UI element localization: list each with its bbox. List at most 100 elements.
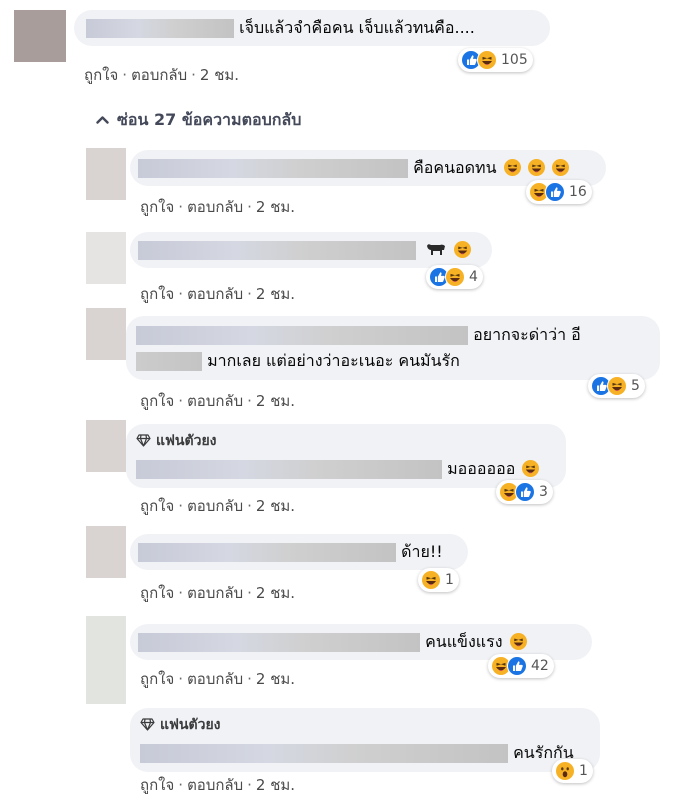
- wow-icon: [555, 761, 575, 781]
- comment-bubble: เจ็บแล้วจำคือคน เจ็บแล้วทนคือ....: [74, 10, 550, 46]
- timestamp: 2 ชม.: [199, 66, 240, 84]
- laughing-emoji: [522, 460, 540, 477]
- reaction-summary[interactable]: 4: [426, 265, 483, 289]
- like-button[interactable]: ถูกใจ: [140, 670, 174, 688]
- reply-actions: ถูกใจ · ตอบกลับ · 2 ชม.: [140, 497, 296, 515]
- comment-text: เจ็บแล้วจำคือคน เจ็บแล้วทนคือ....: [239, 18, 475, 37]
- reaction-count: 5: [631, 378, 640, 394]
- reply-text: คนแข็งแรง: [425, 632, 503, 651]
- reply-actions: ถูกใจ · ตอบกลับ · 2 ชม.: [140, 198, 296, 216]
- badge-label: แฟนตัวยง: [156, 433, 217, 449]
- blurred-username: [138, 241, 416, 260]
- reaction-count: 3: [539, 484, 548, 500]
- like-icon: [507, 656, 527, 676]
- reaction-count: 1: [445, 572, 454, 588]
- badge-label: แฟนตัวยง: [160, 717, 221, 733]
- avatar[interactable]: [86, 526, 126, 578]
- timestamp: 2 ชม.: [255, 285, 296, 303]
- reply-actions: ถูกใจ · ตอบกลับ · 2 ชม.: [140, 285, 296, 303]
- avatar[interactable]: [86, 148, 126, 200]
- like-icon: [545, 182, 565, 202]
- like-button[interactable]: ถูกใจ: [140, 392, 174, 410]
- reaction-summary[interactable]: 1: [552, 759, 593, 783]
- timestamp: 2 ชม.: [255, 670, 296, 688]
- reply-actions: ถูกใจ · ตอบกลับ · 2 ชม.: [140, 670, 296, 688]
- blurred-username: [138, 633, 420, 652]
- comment-actions: ถูกใจ · ตอบกลับ · 2 ชม.: [84, 66, 240, 84]
- like-icon: [515, 482, 535, 502]
- sweat-smile-emoji: [509, 633, 527, 650]
- avatar[interactable]: [86, 420, 126, 472]
- blurred-username: [138, 543, 396, 562]
- timestamp: 2 ชม.: [255, 198, 296, 216]
- timestamp: 2 ชม.: [255, 392, 296, 410]
- top-fan-badge: แฟนตัวยง: [136, 430, 556, 454]
- reply-bubble: แฟนตัวยง คนรักกัน: [130, 708, 600, 772]
- reply-actions: ถูกใจ · ตอบกลับ · 2 ชม.: [140, 392, 296, 410]
- avatar[interactable]: [86, 232, 126, 284]
- reply-bubble: อยากจะด่าว่า อี มากเลย แต่อย่างว่าอะเนอะ…: [126, 316, 660, 380]
- haha-icon: [607, 376, 627, 396]
- like-button[interactable]: ถูกใจ: [140, 198, 174, 216]
- reply-text-line2: มากเลย แต่อย่างว่าอะเนอะ คนมันรัก: [207, 351, 460, 370]
- like-button[interactable]: ถูกใจ: [84, 66, 118, 84]
- blurred-username: [138, 159, 408, 178]
- reply-button[interactable]: ตอบกลับ: [131, 66, 187, 84]
- like-button[interactable]: ถูกใจ: [140, 285, 174, 303]
- blurred-username: [140, 744, 508, 763]
- reply-button[interactable]: ตอบกลับ: [187, 670, 243, 688]
- reaction-count: 42: [531, 658, 549, 674]
- reply-button[interactable]: ตอบกลับ: [187, 584, 243, 602]
- blurred-name: [136, 352, 202, 371]
- hide-replies-button[interactable]: ซ่อน 27 ข้อความตอบกลับ: [96, 108, 301, 133]
- like-button[interactable]: ถูกใจ: [140, 584, 174, 602]
- reaction-summary[interactable]: 1: [418, 568, 459, 592]
- laughing-emoji: [551, 159, 569, 176]
- haha-icon: [477, 50, 497, 70]
- reply-button[interactable]: ตอบกลับ: [187, 285, 243, 303]
- blurred-username: [86, 19, 234, 38]
- haha-icon: [445, 267, 465, 287]
- timestamp: 2 ชม.: [255, 776, 296, 794]
- diamond-icon: [140, 716, 155, 738]
- hide-replies-label: ซ่อน 27 ข้อความตอบกลับ: [117, 110, 302, 129]
- laughing-emoji: [527, 159, 545, 176]
- reply-text-line1: อยากจะด่าว่า อี: [473, 325, 581, 344]
- reply-bubble: ด้าย!!: [130, 534, 468, 570]
- timestamp: 2 ชม.: [255, 584, 296, 602]
- reply-text: มออออออ: [447, 459, 516, 478]
- bull-emoji: [425, 240, 447, 255]
- timestamp: 2 ชม.: [255, 497, 296, 515]
- diamond-icon: [136, 432, 151, 454]
- blurred-username: [136, 326, 468, 345]
- reaction-count: 1: [579, 763, 588, 779]
- like-button[interactable]: ถูกใจ: [140, 776, 174, 794]
- reaction-summary[interactable]: 16: [526, 180, 592, 204]
- laughing-emoji: [503, 159, 521, 176]
- reply-button[interactable]: ตอบกลับ: [187, 392, 243, 410]
- top-fan-badge: แฟนตัวยง: [140, 714, 590, 738]
- reply-text: คือคนอดทน: [413, 158, 497, 177]
- reply-text: ด้าย!!: [401, 542, 443, 561]
- reaction-count: 16: [569, 184, 587, 200]
- reaction-count: 4: [469, 269, 478, 285]
- reaction-summary[interactable]: 3: [496, 480, 553, 504]
- haha-icon: [421, 570, 441, 590]
- like-button[interactable]: ถูกใจ: [140, 497, 174, 515]
- blurred-username: [136, 460, 442, 479]
- reaction-summary[interactable]: 5: [588, 374, 645, 398]
- avatar[interactable]: [14, 10, 66, 62]
- reaction-count: 105: [501, 52, 528, 68]
- reply-actions: ถูกใจ · ตอบกลับ · 2 ชม.: [140, 584, 296, 602]
- avatar[interactable]: [86, 616, 126, 704]
- laughing-emoji: [454, 241, 472, 258]
- reaction-summary[interactable]: 42: [488, 654, 554, 678]
- reply-actions: ถูกใจ · ตอบกลับ · 2 ชม.: [140, 776, 296, 794]
- avatar[interactable]: [86, 308, 126, 360]
- reply-button[interactable]: ตอบกลับ: [187, 776, 243, 794]
- reply-button[interactable]: ตอบกลับ: [187, 198, 243, 216]
- reaction-summary[interactable]: 105: [458, 48, 533, 72]
- chevron-up-icon: [96, 109, 109, 128]
- reply-button[interactable]: ตอบกลับ: [187, 497, 243, 515]
- reply-bubble: [130, 232, 492, 268]
